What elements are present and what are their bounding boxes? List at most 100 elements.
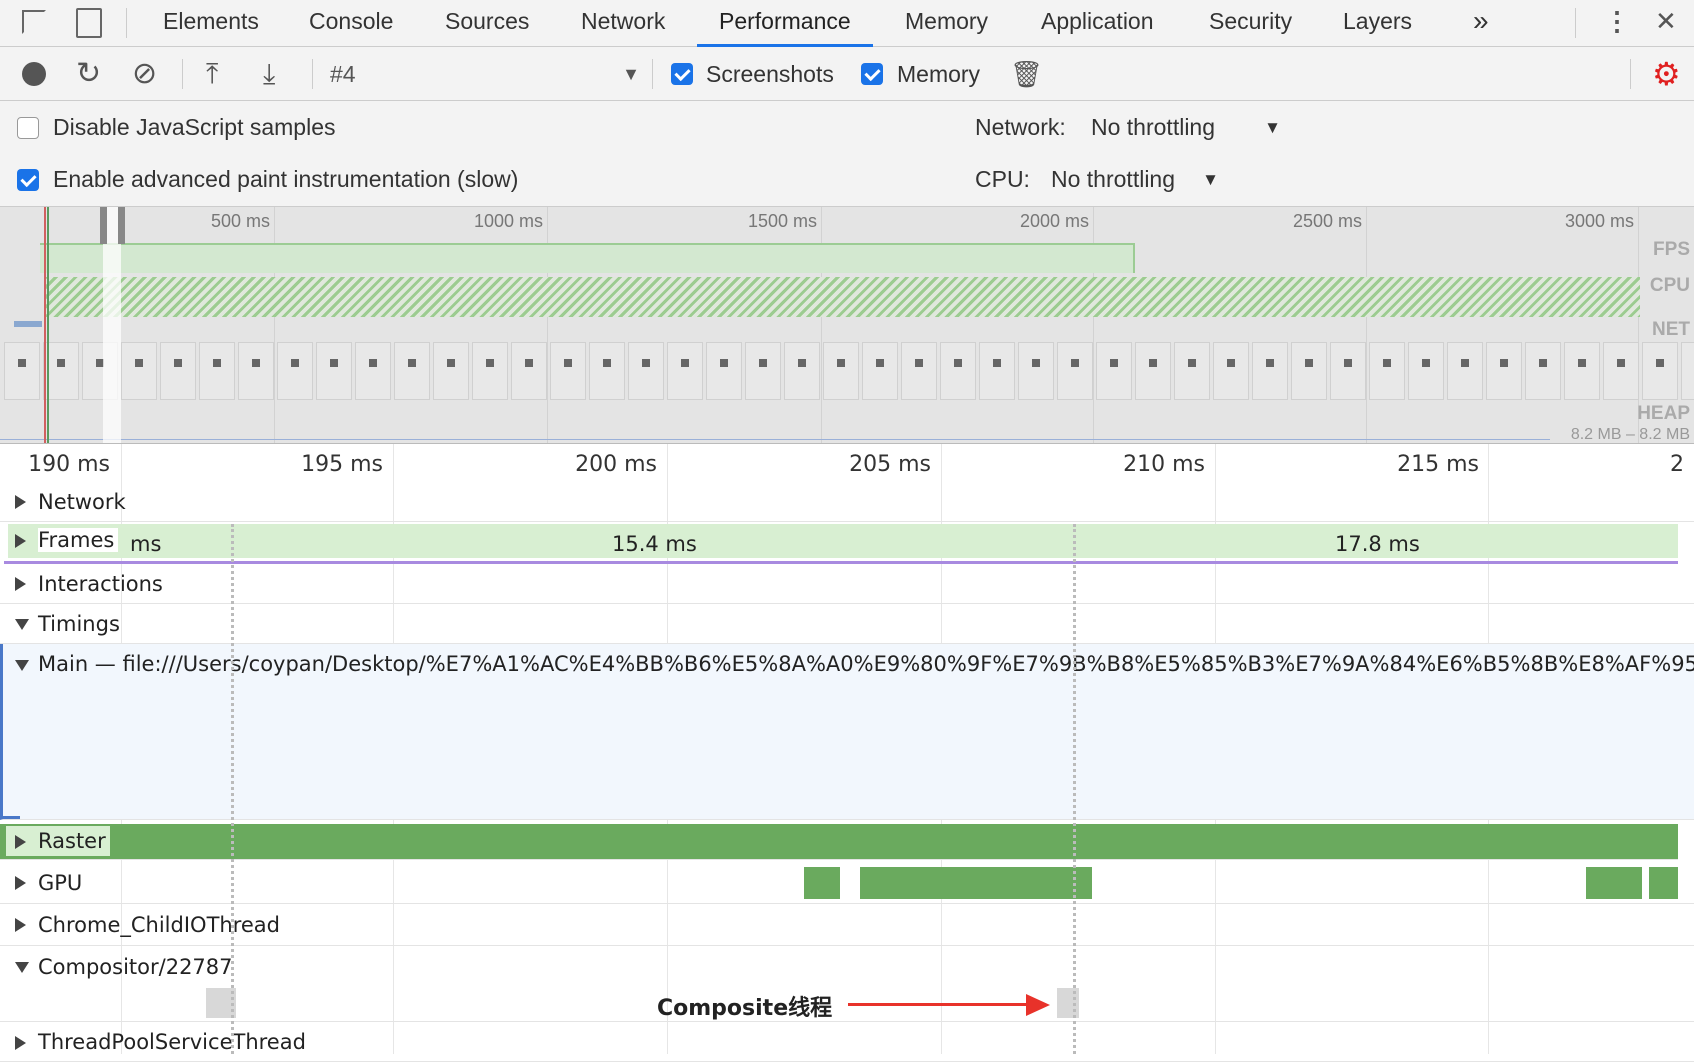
screenshot-thumbnail bbox=[706, 342, 742, 400]
gpu-task[interactable] bbox=[1586, 867, 1642, 899]
heap-label: HEAP bbox=[1637, 403, 1690, 424]
frame-duration[interactable]: 17.8 ms bbox=[1335, 532, 1420, 556]
track-frames[interactable]: Frames ms 15.4 ms 17.8 ms bbox=[0, 522, 1694, 562]
cpu-throttle-label: CPU: bbox=[975, 166, 1030, 192]
screenshot-thumbnail bbox=[1486, 342, 1522, 400]
frame-duration[interactable]: ms bbox=[130, 532, 161, 556]
screenshot-filmstrip bbox=[0, 342, 1694, 406]
marker-line bbox=[47, 207, 49, 443]
screenshots-label: Screenshots bbox=[706, 61, 834, 87]
screenshot-thumbnail bbox=[394, 342, 430, 400]
divider bbox=[1575, 8, 1576, 38]
download-icon[interactable]: ⤓ bbox=[263, 47, 275, 101]
cpu-throttle-select[interactable]: No throttling ▼ bbox=[1051, 166, 1219, 193]
annotation-arrow bbox=[848, 1003, 1028, 1006]
ruler-tick: 210 ms bbox=[1123, 452, 1205, 477]
selection-handle-left[interactable] bbox=[100, 207, 107, 244]
track-raster[interactable]: Raster bbox=[0, 824, 1678, 860]
disable-js-samples-checkbox[interactable] bbox=[17, 117, 39, 139]
inspect-element-icon[interactable] bbox=[22, 10, 46, 34]
screenshot-thumbnail bbox=[511, 342, 547, 400]
fps-label: FPS bbox=[1653, 239, 1690, 260]
tab-elements[interactable]: Elements bbox=[163, 0, 259, 47]
expand-arrow-icon[interactable] bbox=[15, 918, 26, 932]
track-gpu[interactable]: GPU bbox=[0, 862, 1694, 904]
capture-settings: Disable JavaScript samples Enable advanc… bbox=[0, 101, 1694, 207]
ruler-tick: 2 bbox=[1670, 452, 1684, 477]
track-label: ThreadPoolServiceThread bbox=[38, 1030, 306, 1054]
divider bbox=[126, 8, 127, 38]
collapse-arrow-icon[interactable] bbox=[15, 619, 29, 630]
record-button[interactable] bbox=[22, 62, 46, 86]
screenshot-thumbnail bbox=[121, 342, 157, 400]
screenshot-thumbnail bbox=[1291, 342, 1327, 400]
collapse-arrow-icon[interactable] bbox=[15, 962, 29, 973]
screenshot-thumbnail bbox=[199, 342, 235, 400]
divider bbox=[182, 59, 183, 89]
track-label: Raster bbox=[38, 829, 106, 853]
track-label: Compositor/22787 bbox=[38, 955, 233, 979]
device-toolbar-icon[interactable] bbox=[76, 8, 102, 38]
cpu-chart bbox=[44, 277, 1640, 317]
collapse-arrow-icon[interactable] bbox=[15, 660, 29, 671]
timeline-overview[interactable]: 500 ms 1000 ms 1500 ms 2000 ms 2500 ms 3… bbox=[0, 207, 1694, 444]
track-network[interactable]: Network bbox=[0, 482, 1694, 522]
advanced-paint-checkbox[interactable] bbox=[17, 169, 39, 191]
screenshot-thumbnail bbox=[1642, 342, 1678, 400]
expand-arrow-icon[interactable] bbox=[15, 577, 26, 591]
track-childio[interactable]: Chrome_ChildIOThread bbox=[0, 904, 1694, 946]
garbage-collect-icon[interactable]: 🗑 bbox=[1010, 47, 1043, 101]
gpu-task[interactable] bbox=[1649, 867, 1678, 899]
dropdown-arrow-icon: ▼ bbox=[1264, 118, 1281, 137]
tab-layers[interactable]: Layers bbox=[1343, 0, 1412, 47]
track-threadpool[interactable]: ThreadPoolServiceThread bbox=[0, 1022, 1694, 1062]
ruler-tick: 200 ms bbox=[575, 452, 657, 477]
settings-gear-icon[interactable]: ⚙ bbox=[1652, 47, 1681, 101]
tab-console[interactable]: Console bbox=[309, 0, 393, 47]
memory-checkbox[interactable] bbox=[861, 63, 883, 85]
performance-toolbar: ↻ ⊘ ⤒ ⤓ #4 ▼ Screenshots Memory 🗑 ⚙ bbox=[0, 47, 1694, 101]
tab-memory[interactable]: Memory bbox=[905, 0, 988, 47]
dropdown-arrow-icon: ▼ bbox=[1202, 170, 1219, 189]
frame-duration[interactable]: 15.4 ms bbox=[612, 532, 697, 556]
advanced-paint-label: Enable advanced paint instrumentation (s… bbox=[53, 166, 519, 192]
kebab-menu-icon[interactable]: ⋮ bbox=[1604, 0, 1630, 47]
close-icon[interactable]: ✕ bbox=[1655, 0, 1677, 47]
screenshot-thumbnail bbox=[979, 342, 1015, 400]
expand-arrow-icon[interactable] bbox=[15, 835, 26, 849]
track-timings[interactable]: Timings bbox=[0, 604, 1694, 644]
upload-icon[interactable]: ⤒ bbox=[206, 47, 218, 101]
screenshot-thumbnail bbox=[1525, 342, 1561, 400]
tab-application[interactable]: Application bbox=[1041, 0, 1154, 47]
screenshot-thumbnail bbox=[1096, 342, 1132, 400]
tab-sources[interactable]: Sources bbox=[445, 0, 529, 47]
screenshot-thumbnail bbox=[550, 342, 586, 400]
track-main[interactable]: Main — file:///Users/coypan/Desktop/%E7%… bbox=[0, 644, 1694, 820]
disable-js-samples-label: Disable JavaScript samples bbox=[53, 114, 336, 140]
overview-tick: 3000 ms bbox=[1564, 211, 1634, 231]
expand-arrow-icon[interactable] bbox=[15, 495, 26, 509]
gpu-task[interactable] bbox=[804, 867, 840, 899]
more-tabs-button[interactable]: » bbox=[1473, 0, 1489, 47]
tab-security[interactable]: Security bbox=[1209, 0, 1292, 47]
ruler-tick: 195 ms bbox=[301, 452, 383, 477]
expand-arrow-icon[interactable] bbox=[15, 534, 26, 548]
tab-network[interactable]: Network bbox=[581, 0, 665, 47]
track-compositor[interactable]: Compositor/22787 Composite线程 bbox=[0, 946, 1694, 1022]
divider bbox=[652, 59, 653, 89]
screenshots-checkbox[interactable] bbox=[671, 63, 693, 85]
flame-chart[interactable]: 190 ms 195 ms 200 ms 205 ms 210 ms 215 m… bbox=[0, 444, 1694, 1062]
tab-performance[interactable]: Performance bbox=[697, 0, 873, 47]
gpu-task[interactable] bbox=[860, 867, 1092, 899]
divider bbox=[1630, 59, 1631, 89]
profile-select[interactable]: #4 ▼ bbox=[330, 47, 640, 101]
track-interactions[interactable]: Interactions bbox=[0, 564, 1694, 604]
expand-arrow-icon[interactable] bbox=[15, 1036, 26, 1050]
track-label: Interactions bbox=[38, 572, 163, 596]
clear-icon[interactable]: ⊘ bbox=[132, 47, 157, 101]
expand-arrow-icon[interactable] bbox=[15, 876, 26, 890]
reload-record-icon[interactable]: ↻ bbox=[76, 47, 101, 101]
network-throttle-select[interactable]: No throttling ▼ bbox=[1091, 114, 1281, 141]
screenshot-thumbnail bbox=[862, 342, 898, 400]
selection-handle-right[interactable] bbox=[118, 207, 125, 244]
